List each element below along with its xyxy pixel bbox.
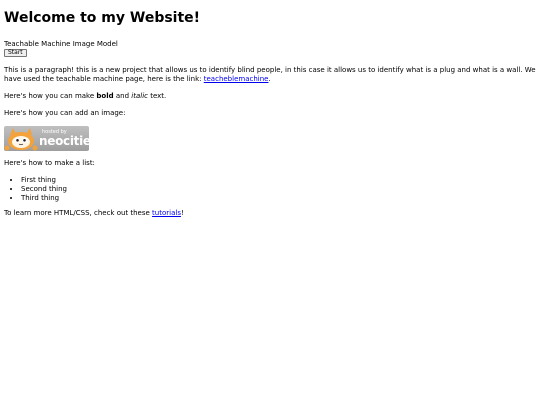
list-item: Second thing: [21, 185, 536, 194]
italic-text: italic: [131, 92, 148, 100]
bold-text: bold: [96, 92, 114, 100]
list-item: First thing: [21, 176, 536, 185]
page: Welcome to my Website! Teachable Machine…: [0, 0, 540, 218]
formatting-suffix: text.: [147, 92, 167, 100]
formatting-middle: and: [113, 92, 132, 100]
teachable-machine-link[interactable]: teacheblemachine: [204, 75, 269, 83]
intro-paragraph: This is a paragraph! this is a new proje…: [4, 66, 536, 84]
example-list: First thing Second thing Third thing: [4, 176, 536, 203]
formatting-paragraph: Here's how you can make bold and italic …: [4, 92, 536, 101]
neocities-badge: hosted by neocities: [4, 126, 89, 151]
list-section-label: Here's how to make a list:: [4, 159, 95, 167]
start-button[interactable]: Start: [4, 49, 27, 57]
page-title: Welcome to my Website!: [4, 10, 201, 26]
badge-brand: neocities: [39, 134, 89, 148]
intro-trailing: .: [268, 75, 271, 83]
footer-suffix: !: [180, 209, 184, 217]
image-section-label: Here's how you can add an image:: [4, 109, 126, 117]
neocities-cat-icon: [4, 128, 38, 151]
list-item: Third thing: [21, 194, 536, 203]
tutorials-link[interactable]: tutorials: [152, 209, 181, 217]
model-label: Teachable Machine Image Model: [4, 40, 118, 48]
formatting-prefix: Here's how you can make: [4, 92, 97, 100]
footer-paragraph: To learn more HTML/CSS, check out these …: [4, 209, 536, 218]
footer-prefix: To learn more HTML/CSS, check out these: [4, 209, 153, 217]
